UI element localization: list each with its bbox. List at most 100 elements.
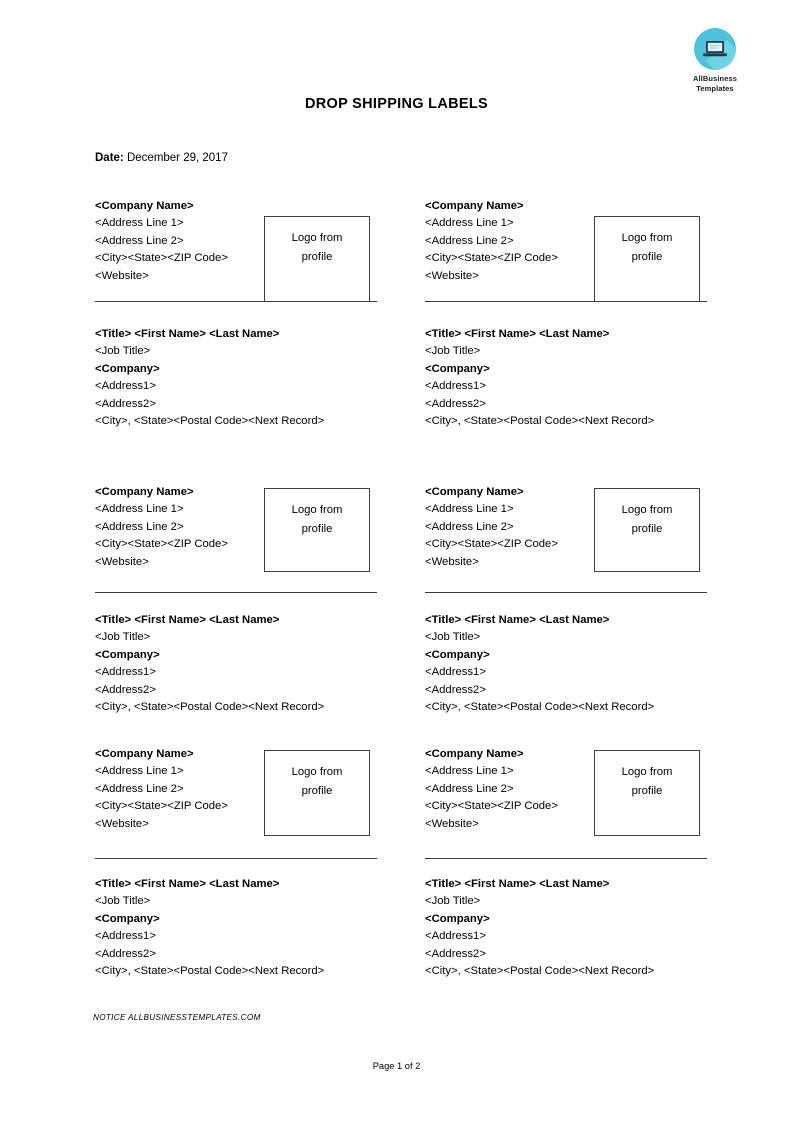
logo-placeholder-line2: profile	[631, 785, 663, 797]
logo-placeholder-line1: Logo from	[621, 766, 673, 778]
recipient-job-title: <Job Title>	[425, 345, 481, 358]
sender-address1: <Address Line 1>	[425, 503, 514, 516]
sender-block: <Company Name> <Address Line 1> <Address…	[425, 484, 715, 593]
recipient-block: <Title> <First Name> <Last Name> <Job Ti…	[425, 612, 654, 716]
logo-placeholder-box: Logo from profile	[264, 488, 370, 572]
brand-name-line2: Templates	[696, 83, 734, 93]
recipient-city-state-postal: <City>, <State><Postal Code><Next Record…	[95, 701, 325, 714]
logo-placeholder-line1: Logo from	[621, 232, 673, 244]
logo-placeholder-box: Logo from profile	[594, 216, 700, 302]
sender-city-state-zip: <City><State><ZIP Code>	[425, 252, 558, 265]
recipient-name: <Title> <First Name> <Last Name>	[425, 328, 610, 340]
sender-website: <Website>	[95, 269, 149, 282]
recipient-city-state-postal: <City>, <State><Postal Code><Next Record…	[95, 415, 325, 428]
logo-placeholder-line1: Logo from	[291, 766, 343, 778]
recipient-address2: <Address2>	[95, 683, 156, 696]
recipient-company: <Company>	[95, 912, 160, 925]
label-row-group: <Company Name> <Address Line 1> <Address…	[95, 484, 715, 746]
logo-placeholder-box: Logo from profile	[594, 750, 700, 836]
logo-placeholder-line2: profile	[301, 251, 333, 263]
labels-sheet: <Company Name> <Address Line 1> <Address…	[95, 198, 715, 990]
logo-placeholder-line1: Logo from	[621, 504, 673, 516]
recipient-address1: <Address1>	[425, 666, 486, 679]
sender-block: <Company Name> <Address Line 1> <Address…	[425, 746, 715, 859]
sender-city-state-zip: <City><State><ZIP Code>	[95, 538, 228, 551]
shipping-label-cell: <Company Name> <Address Line 1> <Address…	[425, 198, 715, 427]
logo-placeholder-line2: profile	[631, 523, 663, 535]
label-row-group: <Company Name> <Address Line 1> <Address…	[95, 746, 715, 990]
label-separator-rule	[95, 858, 377, 859]
sender-address2: <Address Line 2>	[425, 520, 514, 533]
recipient-city-state-postal: <City>, <State><Postal Code><Next Record…	[425, 415, 655, 428]
recipient-address2: <Address2>	[95, 947, 156, 960]
recipient-block: <Title> <First Name> <Last Name> <Job Ti…	[95, 612, 324, 716]
recipient-block: <Title> <First Name> <Last Name> <Job Ti…	[95, 876, 324, 980]
sender-website: <Website>	[425, 555, 479, 568]
sender-company: <Company Name>	[425, 200, 524, 212]
sender-city-state-zip: <City><State><ZIP Code>	[95, 800, 228, 813]
sender-company: <Company Name>	[95, 748, 194, 760]
recipient-job-title: <Job Title>	[95, 631, 151, 644]
logo-placeholder-box: Logo from profile	[264, 750, 370, 836]
sender-address1: <Address Line 1>	[95, 217, 184, 230]
brand-name: AllBusiness Templates	[680, 74, 750, 93]
shipping-label-cell: <Company Name> <Address Line 1> <Address…	[95, 484, 385, 713]
sender-company: <Company Name>	[95, 486, 194, 498]
recipient-city-state-postal: <City>, <State><Postal Code><Next Record…	[425, 965, 655, 978]
shipping-label-cell: <Company Name> <Address Line 1> <Address…	[95, 198, 385, 427]
label-separator-rule	[425, 301, 707, 302]
logo-placeholder-line2: profile	[301, 785, 333, 797]
shipping-label-cell: <Company Name> <Address Line 1> <Address…	[425, 746, 715, 977]
page-title: DROP SHIPPING LABELS	[305, 96, 488, 112]
sender-block: <Company Name> <Address Line 1> <Address…	[95, 746, 385, 859]
recipient-job-title: <Job Title>	[425, 631, 481, 644]
sender-company: <Company Name>	[425, 748, 524, 760]
label-row-group: <Company Name> <Address Line 1> <Address…	[95, 198, 715, 484]
logo-placeholder-line1: Logo from	[291, 504, 343, 516]
footer-notice: NOTICE ALLBUSINESSTEMPLATES.COM	[93, 1013, 261, 1022]
recipient-name: <Title> <First Name> <Last Name>	[425, 878, 610, 890]
sender-address: <Company Name> <Address Line 1> <Address…	[95, 484, 228, 571]
recipient-address1: <Address1>	[95, 930, 156, 943]
label-separator-rule	[425, 592, 707, 593]
sender-block: <Company Name> <Address Line 1> <Address…	[95, 198, 385, 302]
date-line: Date: December 29, 2017	[95, 152, 228, 164]
sender-address2: <Address Line 2>	[95, 782, 184, 795]
logo-placeholder-box: Logo from profile	[594, 488, 700, 572]
recipient-company: <Company>	[425, 362, 490, 375]
recipient-company: <Company>	[425, 912, 490, 925]
brand-logo: AllBusiness Templates	[680, 28, 750, 93]
recipient-block: <Title> <First Name> <Last Name> <Job Ti…	[425, 326, 654, 430]
sender-city-state-zip: <City><State><ZIP Code>	[95, 252, 228, 265]
shipping-label-cell: <Company Name> <Address Line 1> <Address…	[95, 746, 385, 977]
sender-address2: <Address Line 2>	[95, 234, 184, 247]
brand-name-line1: AllBusiness	[692, 74, 738, 83]
date-value: December 29, 2017	[126, 152, 228, 164]
recipient-address2: <Address2>	[425, 683, 486, 696]
sender-address: <Company Name> <Address Line 1> <Address…	[425, 198, 558, 285]
recipient-address1: <Address1>	[95, 380, 156, 393]
recipient-job-title: <Job Title>	[425, 895, 481, 908]
sender-address1: <Address Line 1>	[425, 217, 514, 230]
sender-block: <Company Name> <Address Line 1> <Address…	[425, 198, 715, 302]
label-separator-rule	[425, 858, 707, 859]
laptop-glyph	[703, 41, 727, 57]
date-label: Date:	[95, 152, 124, 164]
recipient-address2: <Address2>	[425, 947, 486, 960]
sender-address1: <Address Line 1>	[95, 765, 184, 778]
recipient-city-state-postal: <City>, <State><Postal Code><Next Record…	[95, 965, 325, 978]
recipient-name: <Title> <First Name> <Last Name>	[425, 614, 610, 626]
sender-city-state-zip: <City><State><ZIP Code>	[425, 800, 558, 813]
sender-address1: <Address Line 1>	[425, 765, 514, 778]
recipient-name: <Title> <First Name> <Last Name>	[95, 878, 280, 890]
recipient-company: <Company>	[425, 648, 490, 661]
sender-address: <Company Name> <Address Line 1> <Address…	[95, 198, 228, 285]
recipient-address2: <Address2>	[95, 397, 156, 410]
recipient-address1: <Address1>	[425, 380, 486, 393]
sender-address2: <Address Line 2>	[95, 520, 184, 533]
logo-placeholder-line2: profile	[301, 523, 333, 535]
logo-placeholder-line1: Logo from	[291, 232, 343, 244]
sender-website: <Website>	[425, 269, 479, 282]
page-number: Page 1 of 2	[372, 1061, 421, 1071]
recipient-block: <Title> <First Name> <Last Name> <Job Ti…	[95, 326, 324, 430]
